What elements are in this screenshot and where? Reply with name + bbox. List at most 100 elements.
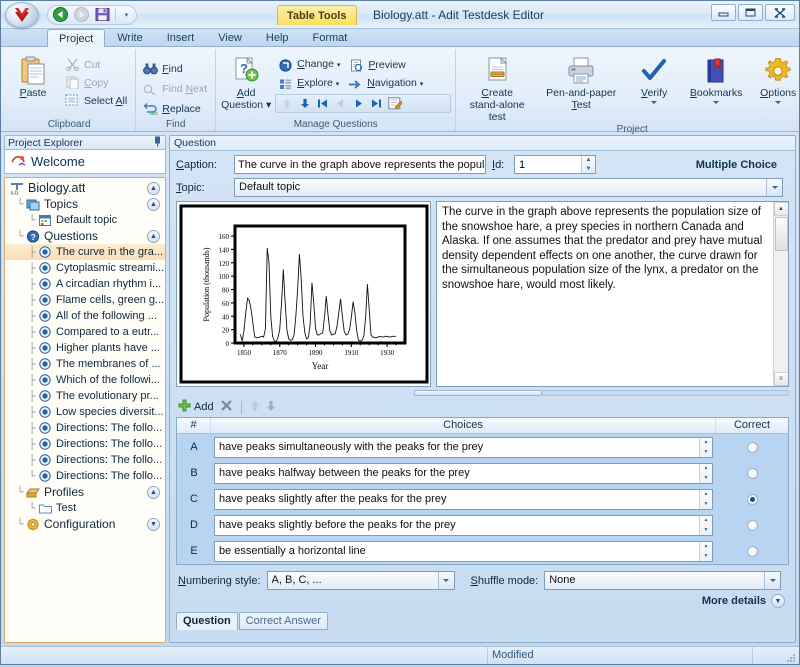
save-disk-icon[interactable] — [94, 7, 110, 23]
first-question-icon[interactable] — [314, 96, 331, 111]
previous-question-icon[interactable] — [332, 96, 349, 111]
bookmarks-button[interactable]: Bookmarks — [690, 53, 742, 104]
collapse-icon[interactable]: ▲ — [147, 197, 160, 211]
options-button[interactable]: Options — [752, 53, 800, 104]
tree-node-configuration[interactable]: └ Configuration ▼ — [5, 516, 165, 532]
tab-question[interactable]: Question — [176, 612, 238, 630]
choice-scroll-up[interactable]: ▲ — [700, 438, 712, 448]
verify-button[interactable]: Verify — [628, 53, 680, 104]
close-button[interactable] — [765, 4, 795, 21]
tree-node-question-8[interactable]: ├ The membranes of ... — [5, 356, 165, 372]
more-details-button[interactable]: More details ▼ — [170, 590, 795, 608]
choice-scroll-down[interactable]: ▼ — [700, 551, 712, 561]
scrollbar-track[interactable] — [542, 389, 789, 396]
move-choice-up-button[interactable] — [250, 400, 260, 415]
id-spinner-buttons[interactable]: ▲ ▼ — [581, 156, 595, 173]
topic-select[interactable]: Default topic — [234, 178, 783, 197]
chevron-down-icon[interactable] — [775, 101, 782, 104]
customize-qat-icon[interactable]: ▾ — [121, 8, 132, 22]
choice-scroll-down[interactable]: ▼ — [700, 525, 712, 535]
choice-scroll-down[interactable]: ▼ — [700, 447, 712, 457]
choice-scroll-up[interactable]: ▲ — [700, 542, 712, 552]
tab-view[interactable]: View — [206, 28, 254, 46]
tree-node-default-topic[interactable]: └ Default topic — [5, 212, 165, 228]
tree-node-question-4[interactable]: ├ Flame cells, green g... — [5, 292, 165, 308]
tree-node-question-6[interactable]: ├ Compared to a eutr... — [5, 324, 165, 340]
shuffle-mode-select[interactable]: None — [544, 571, 781, 590]
tree-node-question-2[interactable]: ├ Cytoplasmic streami... — [5, 260, 165, 276]
collapse-icon[interactable]: ▲ — [147, 485, 160, 499]
choice-input[interactable]: have peaks slightly after the peaks for … — [214, 488, 713, 510]
question-image-pane[interactable]: 0 20 40 60 80 100 120 140 160 1850 1870 1890 1910 193… — [176, 201, 431, 387]
tab-write[interactable]: Write — [105, 28, 154, 46]
correct-answer-radio[interactable] — [746, 493, 758, 505]
scrollbar-thumb[interactable] — [774, 217, 788, 251]
move-down-icon[interactable] — [296, 96, 313, 111]
chevron-down-icon[interactable] — [437, 572, 454, 589]
tree-node-question-7[interactable]: ├ Higher plants have ... — [5, 340, 165, 356]
scroll-up-icon[interactable]: ▲ — [773, 202, 788, 216]
choice-input[interactable]: have peaks halfway between the peaks for… — [214, 462, 713, 484]
tree-node-profile-test[interactable]: └ Test — [5, 500, 165, 516]
tree-node-question-1[interactable]: ├ The curve in the gra... — [5, 244, 165, 260]
tab-format[interactable]: Format — [301, 28, 360, 46]
table-row[interactable]: Dhave peaks slightly before the peaks fo… — [177, 512, 788, 538]
tree-node-question-15[interactable]: └ Directions: The follo... — [5, 468, 165, 484]
choice-input[interactable]: have peaks slightly before the peaks for… — [214, 514, 713, 536]
tree-node-profiles[interactable]: └ Profiles ▲ — [5, 484, 165, 500]
tab-insert[interactable]: Insert — [155, 28, 207, 46]
replace-button[interactable]: abc Replace — [140, 100, 211, 117]
id-decrement[interactable]: ▼ — [582, 165, 595, 174]
choice-scroll-down[interactable]: ▼ — [700, 499, 712, 509]
expand-icon[interactable]: ▼ — [147, 517, 160, 531]
collapse-icon[interactable]: ▲ — [147, 229, 160, 243]
tab-help[interactable]: Help — [254, 28, 301, 46]
choice-spinner[interactable]: ▲ ▼ — [699, 541, 712, 561]
tree-node-question-14[interactable]: ├ Directions: The follo... — [5, 452, 165, 468]
maximize-button[interactable] — [738, 4, 763, 21]
id-stepper[interactable]: 1 ▲ ▼ — [514, 155, 596, 174]
tree-node-topics[interactable]: └ Topics ▲ — [5, 196, 165, 212]
find-next-button[interactable]: Find Next — [140, 80, 211, 97]
cut-button[interactable]: Cut — [62, 56, 131, 73]
tree-node-questions[interactable]: └ ? Questions ▲ — [5, 228, 165, 244]
question-text-scrollbar[interactable]: ▲ ≡ — [773, 202, 788, 386]
add-choice-button[interactable]: Add — [178, 399, 214, 415]
tree-node-question-9[interactable]: ├ Which of the followi... — [5, 372, 165, 388]
choice-spinner[interactable]: ▲ ▼ — [699, 489, 712, 509]
move-up-icon[interactable] — [278, 96, 295, 111]
tab-correct-answer[interactable]: Correct Answer — [238, 612, 328, 630]
delete-choice-button[interactable] — [220, 399, 233, 415]
question-text-pane[interactable]: The curve in the graph above represents … — [436, 201, 789, 387]
choice-scroll-up[interactable]: ▲ — [700, 516, 712, 526]
correct-answer-radio[interactable] — [746, 519, 758, 531]
application-menu-button[interactable] — [5, 2, 39, 28]
find-button[interactable]: Find — [140, 60, 211, 77]
choice-scroll-down[interactable]: ▼ — [700, 473, 712, 483]
tree-node-question-10[interactable]: ├ The evolutionary pr... — [5, 388, 165, 404]
project-tree[interactable]: a.b. Biology.att ▲ └ Topics ▲ └ Default … — [4, 177, 166, 643]
preview-button[interactable]: Preview — [346, 56, 409, 74]
explore-button[interactable]: Explore ▾ — [275, 75, 343, 93]
scroll-handle-icon[interactable]: ≡ — [773, 372, 788, 386]
image-horizontal-scrollbar[interactable] — [176, 389, 789, 396]
choice-input[interactable]: have peaks simultaneously with the peaks… — [214, 436, 713, 458]
pin-icon[interactable] — [153, 136, 162, 149]
question-text[interactable]: The curve in the graph above represents … — [437, 202, 773, 386]
tab-project[interactable]: Project — [47, 29, 106, 47]
tree-node-question-12[interactable]: ├ Directions: The follo... — [5, 420, 165, 436]
next-question-icon[interactable] — [350, 96, 367, 111]
pen-and-paper-test-button[interactable]: Pen-and-paper Test — [544, 53, 618, 111]
last-question-icon[interactable] — [368, 96, 385, 111]
caption-input[interactable]: The curve in the graph above represents … — [234, 155, 486, 174]
select-all-button[interactable]: Select All — [62, 92, 131, 109]
choice-spinner[interactable]: ▲ ▼ — [699, 463, 712, 483]
create-standalone-test-button[interactable]: Create stand-alone test — [460, 53, 534, 123]
chevron-down-icon[interactable] — [713, 101, 720, 104]
edit-question-icon[interactable] — [386, 96, 403, 111]
tree-node-question-11[interactable]: ├ Low species diversit... — [5, 404, 165, 420]
choice-scroll-up[interactable]: ▲ — [700, 464, 712, 474]
numbering-style-select[interactable]: A, B, C, ... — [266, 571, 455, 590]
choice-spinner[interactable]: ▲ ▼ — [699, 515, 712, 535]
id-increment[interactable]: ▲ — [582, 156, 595, 165]
